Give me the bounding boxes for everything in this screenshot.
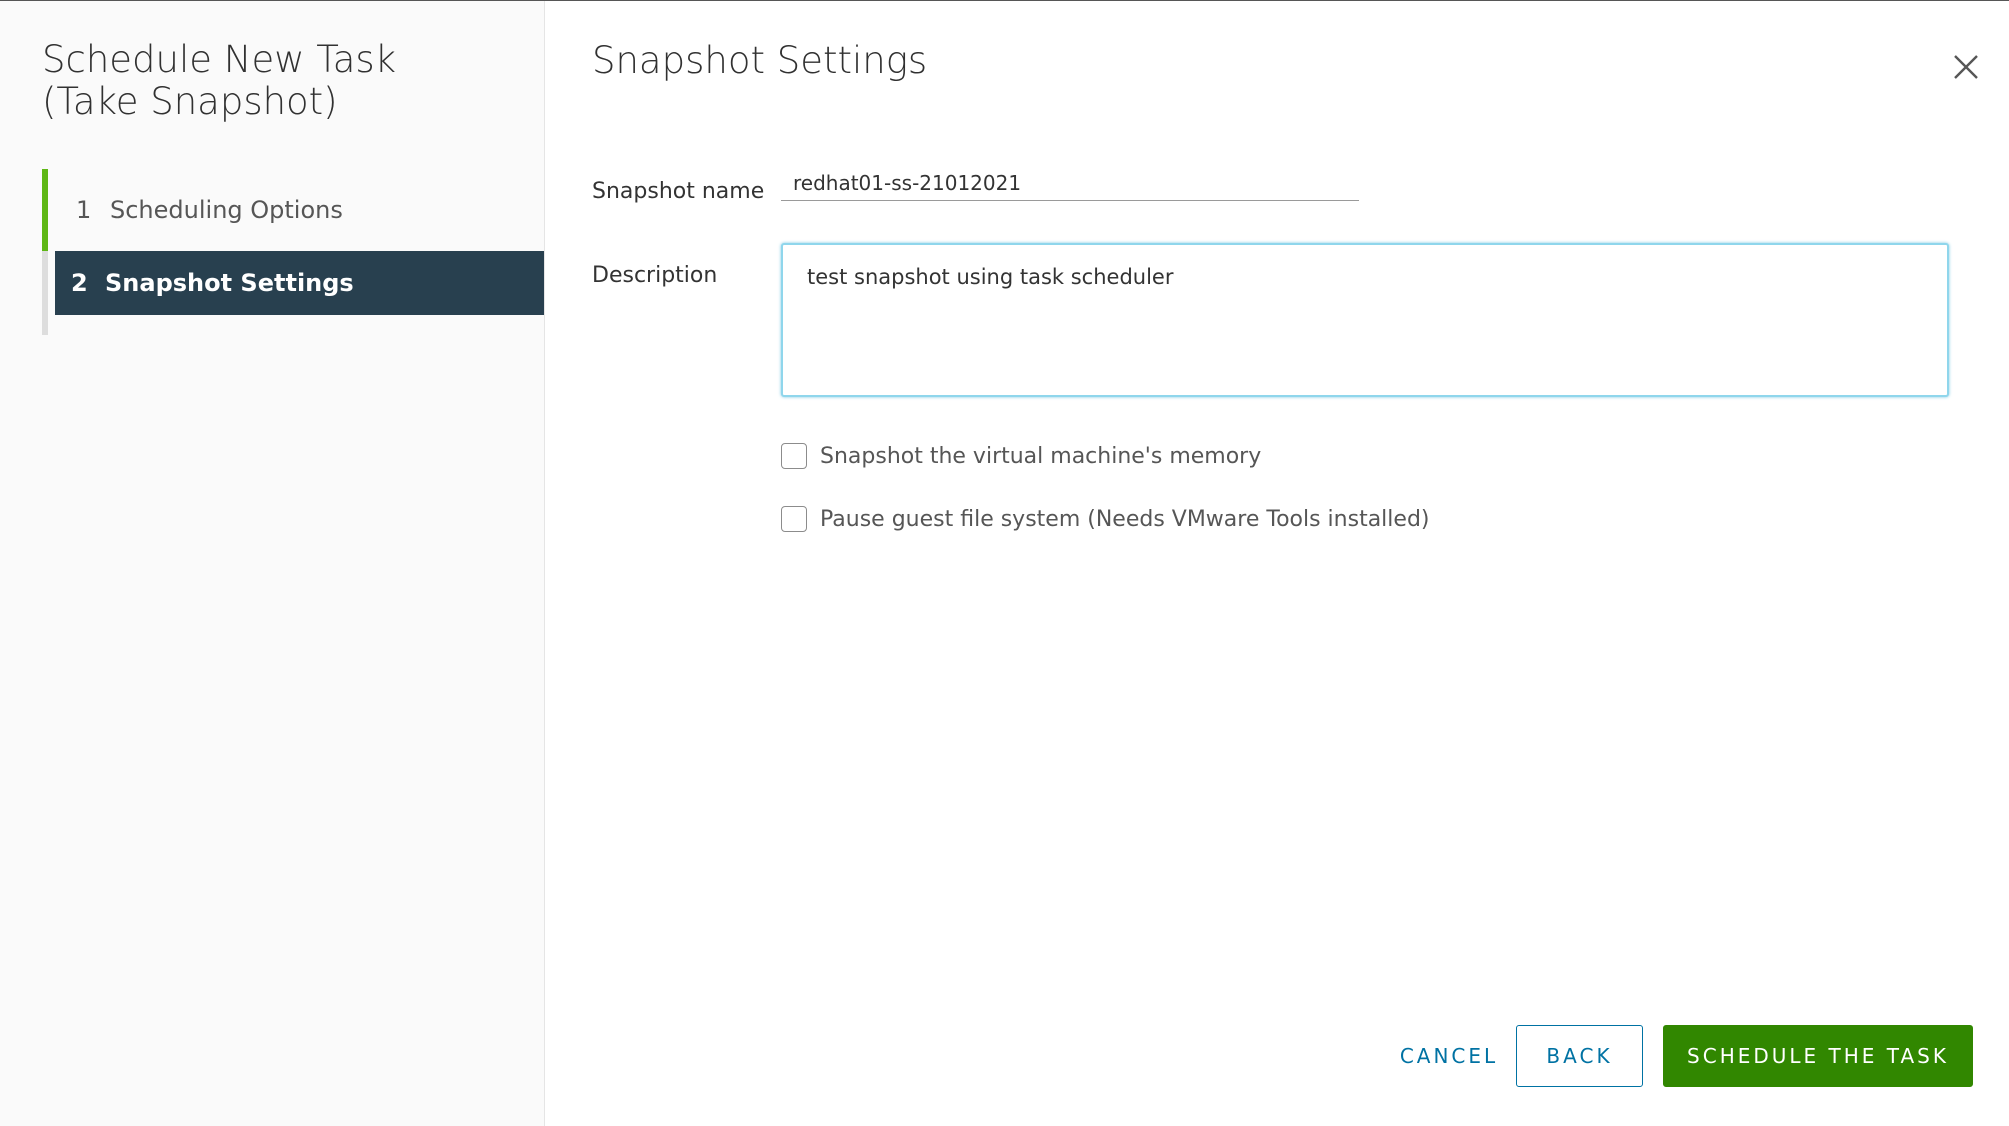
step-number: 2 [71, 269, 88, 297]
wizard-step-nav: 1 Scheduling Options 2 Snapshot Settings [42, 169, 544, 335]
quiesce-option[interactable]: Pause guest file system (Needs VMware To… [781, 506, 1430, 532]
snapshot-name-input[interactable] [781, 165, 1359, 201]
snapshot-name-label: Snapshot name [592, 179, 765, 204]
memory-snapshot-label: Snapshot the virtual machine's memory [820, 443, 1262, 469]
memory-snapshot-option[interactable]: Snapshot the virtual machine's memory [781, 443, 1261, 469]
close-icon [1954, 55, 1978, 79]
step-label: Scheduling Options [110, 196, 343, 224]
page-title: Snapshot Settings [592, 39, 928, 82]
wizard-title-line1: Schedule New Task [42, 38, 397, 81]
wizard-sidebar: Schedule New Task (Take Snapshot) 1 Sche… [0, 1, 545, 1126]
step-scheduling-options[interactable]: 1 Scheduling Options [42, 169, 544, 251]
quiesce-label: Pause guest file system (Needs VMware To… [820, 506, 1430, 532]
quiesce-checkbox[interactable] [781, 506, 807, 532]
schedule-task-button[interactable]: SCHEDULE THE TASK [1663, 1025, 1973, 1087]
step-snapshot-settings[interactable]: 2 Snapshot Settings [55, 251, 544, 315]
schedule-task-wizard: Schedule New Task (Take Snapshot) 1 Sche… [0, 0, 2009, 1126]
wizard-content: Snapshot Settings Snapshot name Descript… [545, 1, 2009, 1126]
wizard-title: Schedule New Task (Take Snapshot) [42, 39, 512, 123]
memory-snapshot-checkbox[interactable] [781, 443, 807, 469]
wizard-title-line2: (Take Snapshot) [42, 80, 338, 123]
step-label: Snapshot Settings [105, 269, 354, 297]
cancel-button[interactable]: CANCEL [1367, 1025, 1531, 1087]
back-button[interactable]: BACK [1516, 1025, 1643, 1087]
close-button[interactable] [1950, 51, 1982, 83]
step-number: 1 [76, 196, 92, 224]
description-label: Description [592, 263, 718, 288]
description-textarea[interactable]: test snapshot using task scheduler [781, 243, 1949, 397]
